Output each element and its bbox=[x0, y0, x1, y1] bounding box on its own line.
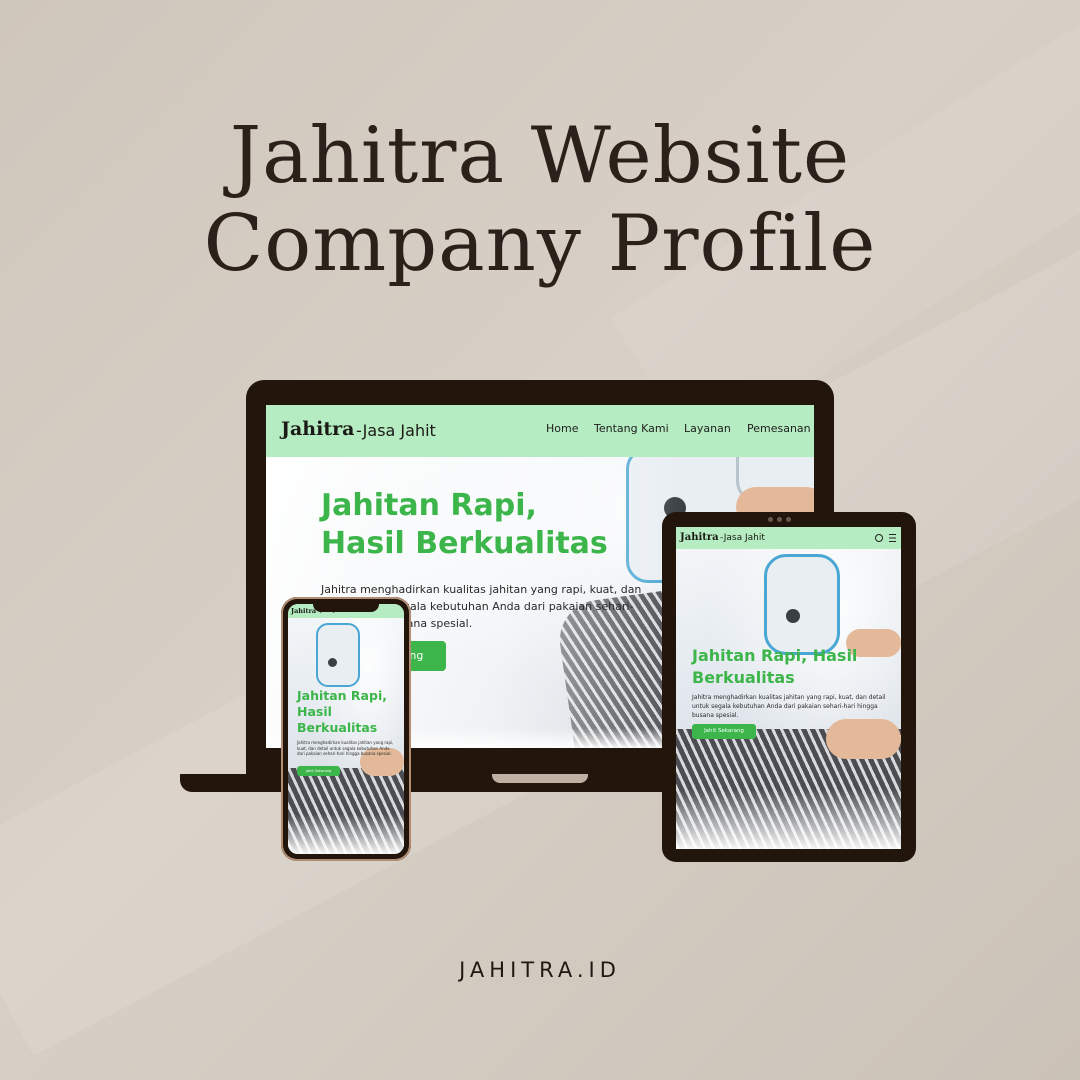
nav-pemesanan[interactable]: Pemesanan bbox=[747, 422, 811, 435]
hero-fade bbox=[288, 814, 404, 854]
sewing-machine-detail bbox=[786, 609, 800, 623]
page-title: Jahitra Website Company Profile bbox=[0, 112, 1080, 288]
site-logo[interactable]: Jahitra bbox=[281, 418, 354, 440]
hero-title: Jahitan Rapi, Hasil Berkualitas bbox=[321, 487, 608, 563]
nav-home[interactable]: Home bbox=[546, 422, 578, 435]
site-tagline: -Jasa Jahit bbox=[720, 533, 765, 543]
hero-title-line-2: Berkualitas bbox=[692, 668, 795, 687]
site-tagline: -Jasa Jahit bbox=[356, 421, 436, 440]
laptop-trackpad-notch bbox=[492, 774, 588, 783]
sewing-machine-detail bbox=[328, 658, 337, 667]
search-icon[interactable] bbox=[875, 534, 883, 542]
hero-title-line-2: Hasil Berkualitas bbox=[321, 526, 608, 561]
tablet-camera bbox=[777, 517, 782, 522]
hand bbox=[826, 719, 901, 759]
hero-description: Jahitra menghadirkan kualitas jahitan ya… bbox=[297, 740, 394, 756]
site-logo[interactable]: Jahitra bbox=[291, 607, 316, 615]
tablet-camera bbox=[786, 517, 791, 522]
nav-tentang-kami[interactable]: Tentang Kami bbox=[594, 422, 669, 435]
tablet-screen: Jahitra -Jasa Jahit Jahitan Rapi, Hasil … bbox=[676, 527, 901, 849]
title-line-2: Company Profile bbox=[203, 199, 877, 289]
hero-description: Jahitra menghadirkan kualitas jahitan ya… bbox=[692, 694, 886, 719]
tablet-camera bbox=[768, 517, 773, 522]
title-line-1: Jahitra Website bbox=[229, 111, 851, 201]
hero-title-line-3: Berkualitas bbox=[297, 720, 378, 735]
hero-title: Jahitan Rapi, Hasil Berkualitas bbox=[297, 688, 387, 736]
cta-button[interactable]: Jahit Sekarang bbox=[297, 766, 340, 776]
site-logo[interactable]: Jahitra bbox=[680, 532, 719, 543]
site-navbar: Jahitra -Jasa Jahit Home Tentang Kami La… bbox=[266, 405, 814, 457]
hero-title: Jahitan Rapi, Hasil Berkualitas bbox=[692, 645, 857, 689]
sewing-machine bbox=[316, 623, 360, 687]
hero-fade bbox=[676, 789, 901, 849]
sewing-machine bbox=[764, 554, 840, 655]
hero-title-line-1: Jahitan Rapi, Hasil bbox=[692, 646, 858, 665]
menu-icon[interactable] bbox=[889, 534, 896, 542]
footer-domain[interactable]: JAHITRA.ID bbox=[0, 958, 1080, 982]
hero-title-line-1: Jahitan Rapi, bbox=[297, 688, 387, 703]
hero-title-line-2: Hasil bbox=[297, 704, 332, 719]
site-navbar: Jahitra -Jasa Jahit bbox=[676, 527, 901, 549]
cta-button[interactable]: Jahit Sekarang bbox=[692, 724, 756, 739]
hero-title-line-1: Jahitan Rapi, bbox=[321, 488, 537, 523]
nav-layanan[interactable]: Layanan bbox=[684, 422, 731, 435]
phone-screen: Jahitra -Jasa Jahit Jahitan Rapi, Hasil … bbox=[288, 604, 404, 854]
phone-notch bbox=[313, 601, 379, 612]
